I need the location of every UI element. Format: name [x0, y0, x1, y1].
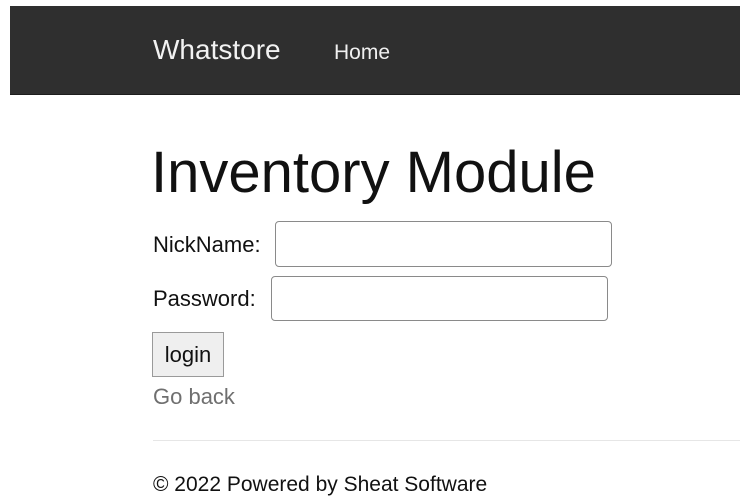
page-title: Inventory Module	[151, 140, 596, 205]
top-navbar: Whatstore Home	[10, 6, 740, 95]
login-button[interactable]: login	[152, 332, 224, 377]
footer-divider	[153, 440, 740, 441]
nickname-input[interactable]	[275, 221, 612, 267]
password-label: Password:	[153, 286, 256, 311]
footer-text: © 2022 Powered by Sheat Software	[153, 473, 488, 496]
nickname-label: NickName:	[153, 232, 261, 257]
password-input[interactable]	[271, 276, 608, 321]
nav-home-link[interactable]: Home	[334, 39, 390, 67]
brand-link[interactable]: Whatstore	[153, 32, 281, 68]
go-back-link[interactable]: Go back	[153, 382, 235, 412]
